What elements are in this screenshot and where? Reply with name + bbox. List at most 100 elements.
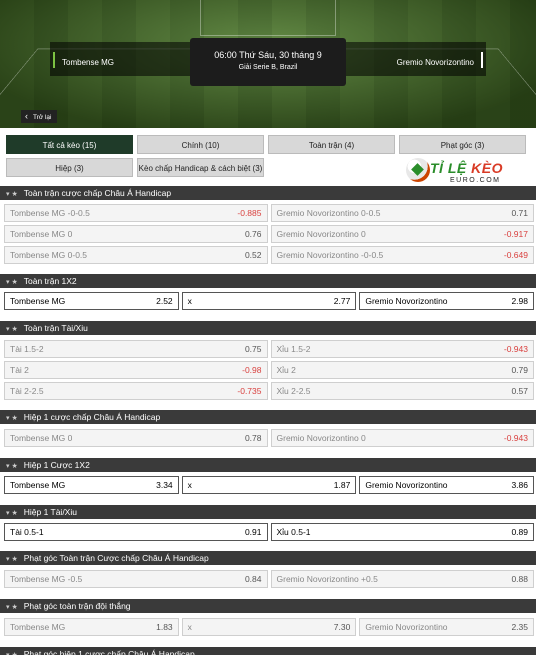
selection-name: Tài 1.5-2 — [10, 344, 44, 354]
tab-half[interactable]: Hiệp (3) — [6, 158, 133, 177]
odds-cell[interactable]: Tombense MG 2.52 — [4, 292, 179, 310]
odds-cell[interactable]: Tombense MG -0.5 0.84 — [4, 570, 268, 588]
odds-value: 2.77 — [333, 296, 351, 306]
odds-value: -0.943 — [503, 433, 528, 443]
market-title: Phạt góc toàn trận đội thắng — [23, 601, 131, 611]
odds-value: 2.35 — [511, 622, 528, 632]
odds-cell[interactable]: Tài 0.5-1 0.91 — [4, 523, 268, 541]
market-header[interactable]: ▾ ★ Toàn trận 1X2 — [0, 274, 536, 288]
selection-name: Tài 2 — [10, 365, 29, 375]
odds-value: 0.88 — [511, 574, 528, 584]
selection-name: Xỉu 2-2.5 — [276, 386, 311, 396]
selection-name: Gremio Novorizontino 0 — [276, 229, 366, 239]
selection-name: x — [187, 480, 192, 490]
match-header: Tombense MG Gremio Novorizontino 06:00 T… — [0, 0, 536, 128]
odds-cell[interactable]: Tombense MG 0 0.76 — [4, 225, 268, 243]
odds-cell[interactable]: Gremio Novorizontino +0.5 0.88 — [270, 570, 534, 588]
selection-name: Gremio Novorizontino — [365, 480, 448, 490]
odds-value: 0.57 — [511, 386, 528, 396]
market-title: Phạt góc hiệp 1 cược chấp Châu Á Handica… — [23, 649, 195, 655]
odds-value: -0.735 — [237, 386, 262, 396]
selection-name: Gremio Novorizontino +0.5 — [276, 574, 378, 584]
collapse-star-icon[interactable]: ▾ ★ — [6, 556, 18, 563]
collapse-star-icon[interactable]: ▾ ★ — [6, 604, 18, 611]
back-label: Trở lại — [33, 114, 52, 121]
odds-value: 1.83 — [156, 622, 173, 632]
selection-name: Gremio Novorizontino 0-0.5 — [276, 208, 381, 218]
tab-all[interactable]: Tất cả kèo (15) — [6, 135, 133, 154]
logo-text: TỈ LỆ KÈO — [430, 160, 503, 176]
site-logo: TỈ LỆ KÈO EURO.COM — [402, 158, 520, 186]
odds-value: -0.917 — [503, 229, 528, 239]
odds-cell[interactable]: Tombense MG 3.34 — [4, 476, 179, 494]
market-header[interactable]: ▾ ★ Phạt góc Toàn trận Cược chấp Châu Á H… — [0, 551, 536, 565]
market-title: Toàn trận 1X2 — [23, 276, 77, 286]
selection-name: Gremio Novorizontino -0-0.5 — [276, 250, 384, 260]
market-header[interactable]: ▾ ★ Hiệp 1 Cược 1X2 — [0, 458, 536, 472]
odds-cell[interactable]: Tombense MG -0-0.5 -0.885 — [4, 204, 268, 222]
odds-cell[interactable]: x 1.87 — [181, 476, 357, 494]
selection-name: Gremio Novorizontino 0 — [276, 433, 366, 443]
odds-value: 3.34 — [156, 480, 173, 490]
odds-cell[interactable]: Tài 1.5-2 0.75 — [4, 340, 268, 358]
selection-name: Tombense MG -0.5 — [10, 574, 83, 584]
odds-value: 0.91 — [244, 527, 262, 537]
odds-value: -0.885 — [237, 208, 262, 218]
odds-cell[interactable]: Gremio Novorizontino 0-0.5 0.71 — [270, 204, 534, 222]
tab-handicap[interactable]: Kèo chấp Handicap & cách biệt (3) — [137, 158, 264, 177]
odds-cell[interactable]: x 7.30 — [181, 618, 357, 636]
selection-name: x — [187, 296, 192, 306]
odds-cell[interactable]: Gremio Novorizontino 2.35 — [359, 618, 534, 636]
match-info: 06:00 Thứ Sáu, 30 tháng 9 Giải Serie B, … — [190, 38, 346, 86]
collapse-star-icon[interactable]: ▾ ★ — [6, 415, 18, 422]
odds-value: -0.943 — [503, 344, 528, 354]
back-button[interactable]: ‹ Trở lại — [21, 110, 58, 123]
odds-cell[interactable]: Gremio Novorizontino -0-0.5 -0.649 — [270, 246, 534, 264]
odds-value: 0.76 — [244, 229, 262, 239]
odds-cell[interactable]: Gremio Novorizontino 3.86 — [359, 476, 534, 494]
selection-name: Tombense MG — [10, 480, 66, 490]
odds-value: 2.98 — [511, 296, 528, 306]
away-marker — [481, 52, 483, 68]
odds-value: 0.52 — [244, 250, 262, 260]
collapse-star-icon[interactable]: ▾ ★ — [6, 463, 18, 470]
market-header[interactable]: ▾ ★ Hiệp 1 Tài/Xiu — [0, 505, 536, 519]
odds-cell[interactable]: Tombense MG 0 0.78 — [4, 429, 268, 447]
collapse-star-icon[interactable]: ▾ ★ — [6, 326, 18, 333]
away-team: Gremio Novorizontino — [396, 58, 474, 67]
collapse-star-icon[interactable]: ▾ ★ — [6, 191, 18, 198]
odds-cell[interactable]: Xỉu 2-2.5 0.57 — [270, 382, 534, 400]
collapse-star-icon[interactable]: ▾ ★ — [6, 279, 18, 286]
league-name: Giải Serie B, Brazil — [238, 64, 298, 71]
home-marker — [53, 52, 55, 68]
selection-name: Tombense MG 0 — [10, 433, 73, 443]
odds-cell[interactable]: Tài 2-2.5 -0.735 — [4, 382, 268, 400]
tab-main[interactable]: Chính (10) — [137, 135, 264, 154]
odds-cell[interactable]: Xỉu 1.5-2 -0.943 — [270, 340, 534, 358]
selection-name: Tombense MG -0-0.5 — [10, 208, 90, 218]
selection-name: Tombense MG — [10, 296, 66, 306]
tab-fulltime[interactable]: Toàn trận (4) — [268, 135, 395, 154]
selection-name: Xỉu 1.5-2 — [276, 344, 311, 354]
market-title: Phạt góc Toàn trận Cược chấp Châu Á Hand… — [23, 553, 209, 563]
collapse-star-icon[interactable]: ▾ ★ — [6, 510, 18, 517]
market-header[interactable]: ▾ ★Phạt góc hiệp 1 cược chấp Châu Á Hand… — [0, 647, 536, 655]
market-header[interactable]: ▾ ★ Phạt góc toàn trận đội thắng — [0, 599, 536, 613]
market-header[interactable]: ▾ ★ Hiệp 1 cược chấp Châu Á Handicap — [0, 410, 536, 424]
odds-cell[interactable]: Xỉu 0.5-1 0.89 — [270, 523, 534, 541]
odds-cell[interactable]: x 2.77 — [181, 292, 357, 310]
market-title: Hiệp 1 cược chấp Châu Á Handicap — [23, 412, 161, 422]
odds-cell[interactable]: Gremio Novorizontino 0 -0.943 — [270, 429, 534, 447]
odds-cell[interactable]: Gremio Novorizontino 2.98 — [359, 292, 534, 310]
market-header[interactable]: ▾ ★ Toàn trận cược chấp Châu Á Handicap — [0, 186, 536, 200]
odds-cell[interactable]: Xỉu 2 0.79 — [270, 361, 534, 379]
odds-cell[interactable]: Tombense MG 0-0.5 0.52 — [4, 246, 268, 264]
odds-cell[interactable]: Gremio Novorizontino 0 -0.917 — [270, 225, 534, 243]
odds-cell[interactable]: Tombense MG 1.83 — [4, 618, 179, 636]
odds-cell[interactable]: Tài 2 -0.98 — [4, 361, 268, 379]
ball-icon — [406, 158, 430, 182]
selection-name: Gremio Novorizontino — [365, 296, 448, 306]
market-header[interactable]: ▾ ★ Toàn trận Tài/Xiu — [0, 321, 536, 335]
market-title: Toàn trận cược chấp Châu Á Handicap — [23, 188, 172, 198]
tab-corners[interactable]: Phạt góc (3) — [399, 135, 526, 154]
